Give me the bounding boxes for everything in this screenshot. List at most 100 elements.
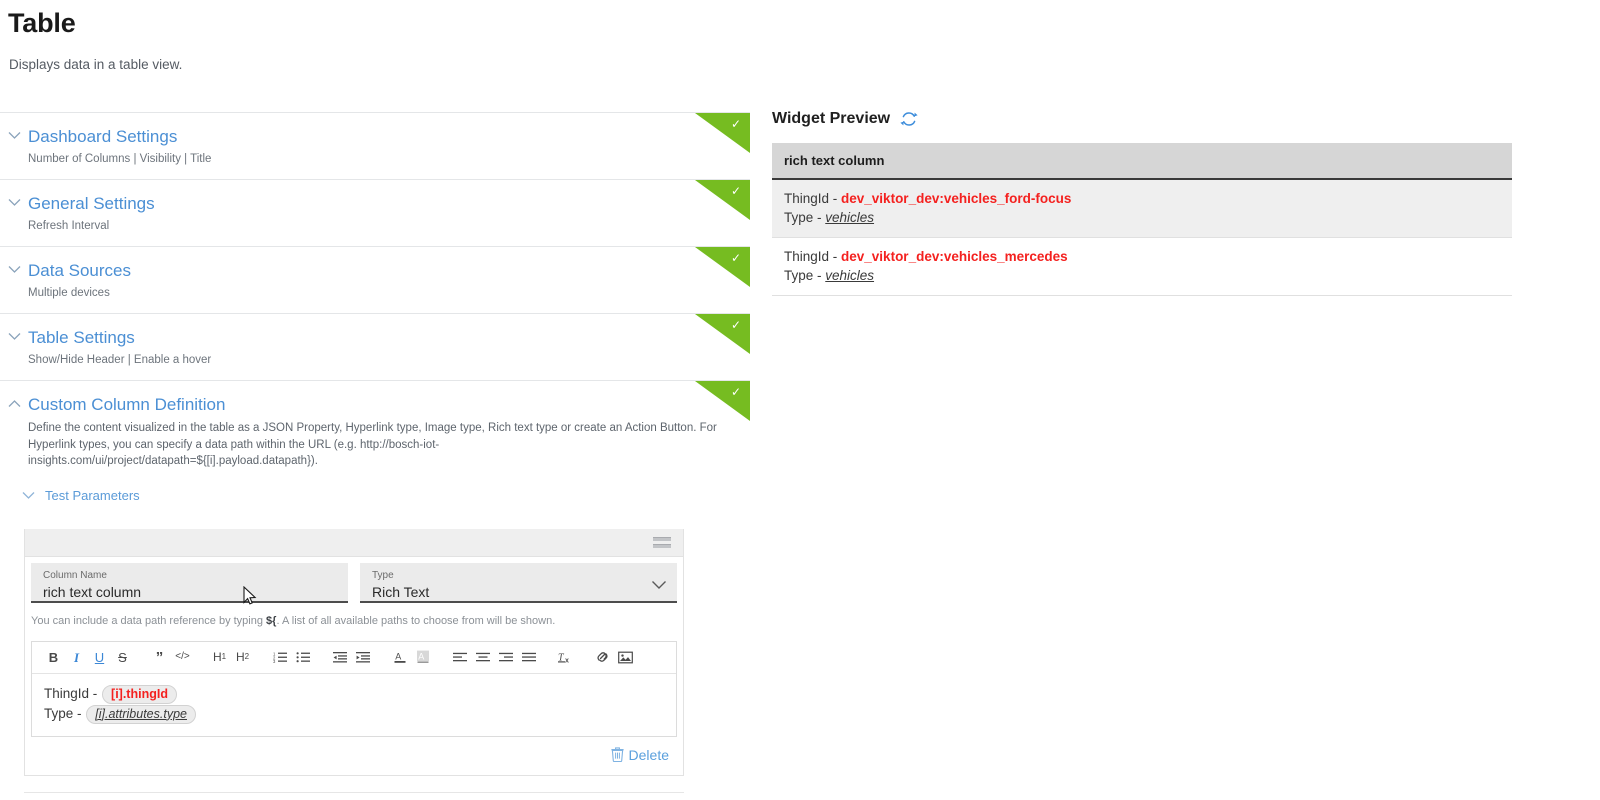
chevron-down-icon[interactable] bbox=[22, 491, 35, 500]
accordion-title: General Settings bbox=[28, 194, 155, 214]
widget-preview-title: Widget Preview bbox=[772, 110, 890, 128]
accordion-table-settings[interactable]: ✓ Table Settings Show/Hide Header | Enab… bbox=[0, 313, 750, 380]
row-thingid-line: ThingId - dev_viktor_dev:vehicles_merced… bbox=[784, 247, 1500, 266]
accordion-title: Data Sources bbox=[28, 261, 131, 281]
trash-icon bbox=[611, 747, 624, 762]
column-type-value: Rich Text bbox=[372, 583, 665, 601]
preview-table: rich text column ThingId - dev_viktor_de… bbox=[772, 143, 1512, 296]
hint-token: ${ bbox=[266, 615, 276, 627]
blockquote-icon[interactable]: ” bbox=[148, 645, 171, 669]
chevron-down-icon[interactable] bbox=[0, 194, 28, 207]
heading-1-icon[interactable]: H1 bbox=[208, 645, 231, 669]
check-icon: ✓ bbox=[731, 252, 741, 264]
accordion-description: Show/Hide Header | Enable a hover bbox=[28, 353, 211, 368]
delete-label: Delete bbox=[629, 747, 669, 763]
row-type-value: vehicles bbox=[825, 268, 874, 283]
column-name-label: Column Name bbox=[43, 570, 336, 582]
row-thingid-value: dev_viktor_dev:vehicles_mercedes bbox=[841, 249, 1068, 264]
table-row[interactable]: ThingId - dev_viktor_dev:vehicles_merced… bbox=[772, 238, 1512, 296]
test-parameters-label: Test Parameters bbox=[45, 488, 140, 503]
delete-column-button[interactable]: Delete bbox=[611, 747, 669, 763]
accordion-dashboard-settings[interactable]: ✓ Dashboard Settings Number of Columns |… bbox=[0, 112, 750, 179]
check-icon: ✓ bbox=[731, 386, 741, 398]
add-column-button[interactable]: + Add Column bbox=[24, 792, 684, 800]
code-icon[interactable]: </> bbox=[171, 645, 194, 669]
check-icon: ✓ bbox=[731, 319, 741, 331]
svg-text:x: x bbox=[565, 658, 569, 665]
hint-prefix: You can include a data path reference by… bbox=[31, 615, 266, 627]
drag-handle-icon[interactable] bbox=[653, 537, 671, 548]
editor-line-1: ThingId - [i].thingId bbox=[44, 684, 664, 704]
svg-text:A: A bbox=[395, 652, 401, 662]
strikethrough-icon[interactable]: S bbox=[111, 645, 134, 669]
section-complete-badge: ✓ bbox=[695, 314, 750, 354]
row-type-label: Type - bbox=[784, 210, 825, 225]
row-type-value: vehicles bbox=[825, 210, 874, 225]
table-row[interactable]: ThingId - dev_viktor_dev:vehicles_ford-f… bbox=[772, 180, 1512, 238]
data-path-chip-type[interactable]: [i].attributes.type bbox=[86, 705, 196, 724]
accordion-description: Number of Columns | Visibility | Title bbox=[28, 152, 211, 167]
section-complete-badge: ✓ bbox=[695, 113, 750, 153]
hint-suffix: . A list of all available paths to choos… bbox=[276, 615, 555, 627]
check-icon: ✓ bbox=[731, 118, 741, 130]
align-left-icon[interactable] bbox=[448, 645, 471, 669]
clear-format-icon[interactable]: Tx bbox=[554, 645, 577, 669]
column-card-header bbox=[25, 529, 683, 557]
refresh-icon[interactable] bbox=[900, 110, 918, 128]
font-color-icon[interactable]: A bbox=[388, 645, 411, 669]
accordion-data-sources[interactable]: ✓ Data Sources Multiple devices bbox=[0, 246, 750, 313]
chevron-down-icon[interactable] bbox=[0, 328, 28, 341]
accordion-title: Table Settings bbox=[28, 328, 211, 348]
rich-text-editor: B I U S ” </> H1 H2 123 bbox=[31, 641, 677, 737]
svg-text:3: 3 bbox=[273, 659, 276, 663]
underline-icon[interactable]: U bbox=[88, 645, 111, 669]
bold-icon[interactable]: B bbox=[42, 645, 65, 669]
accordion-description: Refresh Interval bbox=[28, 219, 155, 234]
column-type-label: Type bbox=[372, 570, 665, 582]
rich-text-content[interactable]: ThingId - [i].thingId Type - [i].attribu… bbox=[32, 674, 676, 736]
column-definition-card: Column Name rich text column Type Rich T… bbox=[24, 529, 684, 776]
row-thingid-line: ThingId - dev_viktor_dev:vehicles_ford-f… bbox=[784, 189, 1500, 208]
data-path-chip-thingid[interactable]: [i].thingId bbox=[102, 685, 177, 704]
ordered-list-icon[interactable]: 123 bbox=[268, 645, 291, 669]
image-icon[interactable] bbox=[614, 645, 637, 669]
widget-config-page: Table Displays data in a table view. ✓ D… bbox=[0, 0, 1600, 800]
background-color-icon[interactable]: A bbox=[411, 645, 434, 669]
italic-icon[interactable]: I bbox=[65, 645, 88, 669]
indent-increase-icon[interactable] bbox=[351, 645, 374, 669]
chevron-down-icon[interactable] bbox=[0, 127, 28, 140]
editor-line-1-label: ThingId - bbox=[44, 686, 101, 701]
indent-decrease-icon[interactable] bbox=[328, 645, 351, 669]
column-fields-row: Column Name rich text column Type Rich T… bbox=[25, 557, 683, 603]
accordion-title: Custom Column Definition bbox=[28, 395, 718, 415]
align-justify-icon[interactable] bbox=[517, 645, 540, 669]
accordion-description: Multiple devices bbox=[28, 286, 131, 301]
heading-2-icon[interactable]: H2 bbox=[231, 645, 254, 669]
column-name-input[interactable]: Column Name rich text column bbox=[31, 563, 348, 603]
widget-preview-panel: Widget Preview rich text column ThingId … bbox=[772, 110, 1512, 296]
column-card-footer: Delete bbox=[25, 737, 683, 775]
accordion-general-settings[interactable]: ✓ General Settings Refresh Interval bbox=[0, 179, 750, 246]
align-right-icon[interactable] bbox=[494, 645, 517, 669]
align-center-icon[interactable] bbox=[471, 645, 494, 669]
column-name-value: rich text column bbox=[43, 583, 336, 601]
accordion-custom-column-definition[interactable]: ✓ Custom Column Definition Define the co… bbox=[0, 380, 750, 800]
row-type-label: Type - bbox=[784, 268, 825, 283]
table-column-header: rich text column bbox=[772, 143, 1512, 180]
link-icon[interactable] bbox=[591, 645, 614, 669]
editor-line-2-label: Type - bbox=[44, 706, 85, 721]
data-path-hint: You can include a data path reference by… bbox=[27, 603, 683, 627]
chevron-up-icon[interactable] bbox=[0, 395, 28, 408]
unordered-list-icon[interactable] bbox=[291, 645, 314, 669]
accordion-description: Define the content visualized in the tab… bbox=[28, 420, 718, 470]
check-icon: ✓ bbox=[731, 185, 741, 197]
chevron-down-icon[interactable] bbox=[0, 261, 28, 274]
row-thingid-label: ThingId - bbox=[784, 191, 841, 206]
editor-line-2: Type - [i].attributes.type bbox=[44, 704, 664, 724]
chevron-down-icon[interactable] bbox=[651, 577, 667, 595]
sub-accordion-test-parameters[interactable]: Test Parameters bbox=[0, 488, 750, 503]
column-type-select[interactable]: Type Rich Text bbox=[360, 563, 677, 603]
rich-text-toolbar: B I U S ” </> H1 H2 123 bbox=[32, 642, 676, 674]
section-complete-badge: ✓ bbox=[695, 381, 750, 421]
row-type-line: Type - vehicles bbox=[784, 266, 1500, 285]
